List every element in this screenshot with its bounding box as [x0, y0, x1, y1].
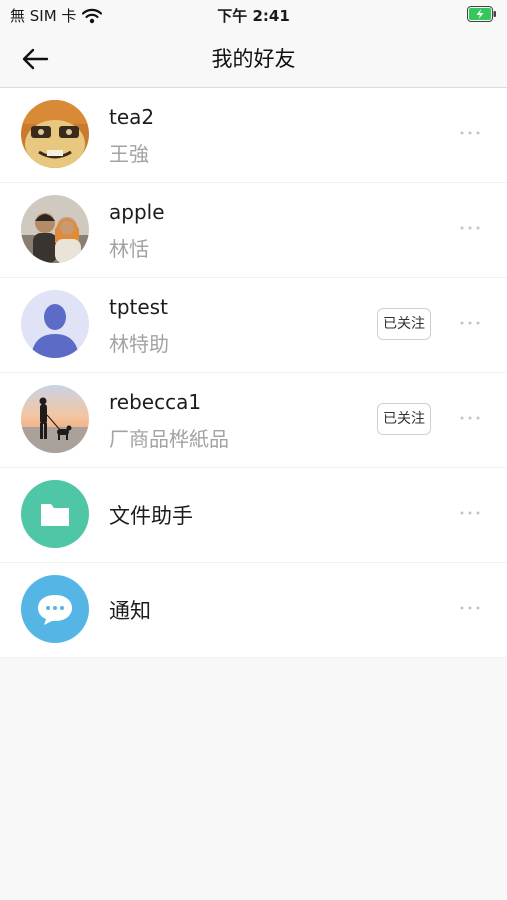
- status-bar: 無 SIM 卡 下午 2:41: [0, 0, 507, 30]
- friend-row-tea2[interactable]: tea2 王強: [0, 88, 507, 183]
- more-horizontal-icon[interactable]: [458, 498, 482, 528]
- navigation-bar: 我的好友: [0, 30, 507, 88]
- friend-subtitle: 林特助: [109, 332, 169, 356]
- friend-name: tptest: [109, 295, 168, 319]
- page-title: 我的好友: [211, 47, 296, 71]
- friend-name: tea2: [109, 105, 155, 129]
- file-assistant-row[interactable]: 文件助手: [0, 468, 507, 563]
- more-horizontal-icon[interactable]: [458, 308, 482, 338]
- followed-badge[interactable]: 已关注: [377, 308, 431, 340]
- beach-photo-avatar: [21, 385, 89, 453]
- friend-list: tea2 王強 apple 林恬 tptest 林特助 已关注 rebecca1…: [0, 88, 507, 658]
- more-horizontal-icon[interactable]: [458, 593, 482, 623]
- status-time: 下午 2:41: [217, 7, 290, 25]
- more-horizontal-icon[interactable]: [458, 213, 482, 243]
- notification-label: 通知: [109, 599, 151, 623]
- cartoon-avatar: [21, 100, 89, 168]
- friend-row-tptest[interactable]: tptest 林特助 已关注: [0, 278, 507, 373]
- battery-icon: [467, 6, 497, 26]
- friend-subtitle: 王強: [109, 142, 149, 166]
- notification-avatar: [21, 575, 89, 643]
- friend-name: rebecca1: [109, 390, 202, 414]
- friend-name: apple: [109, 200, 165, 224]
- notification-row[interactable]: 通知: [0, 563, 507, 658]
- couple-photo-avatar: [21, 195, 89, 263]
- friend-subtitle: 林恬: [109, 237, 149, 261]
- file-assistant-avatar: [21, 480, 89, 548]
- more-horizontal-icon[interactable]: [458, 403, 482, 433]
- friend-row-rebecca1[interactable]: rebecca1 厂商品桦紙品 已关注: [0, 373, 507, 468]
- more-horizontal-icon[interactable]: [458, 118, 482, 148]
- friend-subtitle: 厂商品桦紙品: [109, 427, 229, 451]
- file-assistant-label: 文件助手: [109, 504, 193, 528]
- friend-row-apple[interactable]: apple 林恬: [0, 183, 507, 278]
- default-person-avatar: [21, 290, 89, 358]
- followed-badge[interactable]: 已关注: [377, 403, 431, 435]
